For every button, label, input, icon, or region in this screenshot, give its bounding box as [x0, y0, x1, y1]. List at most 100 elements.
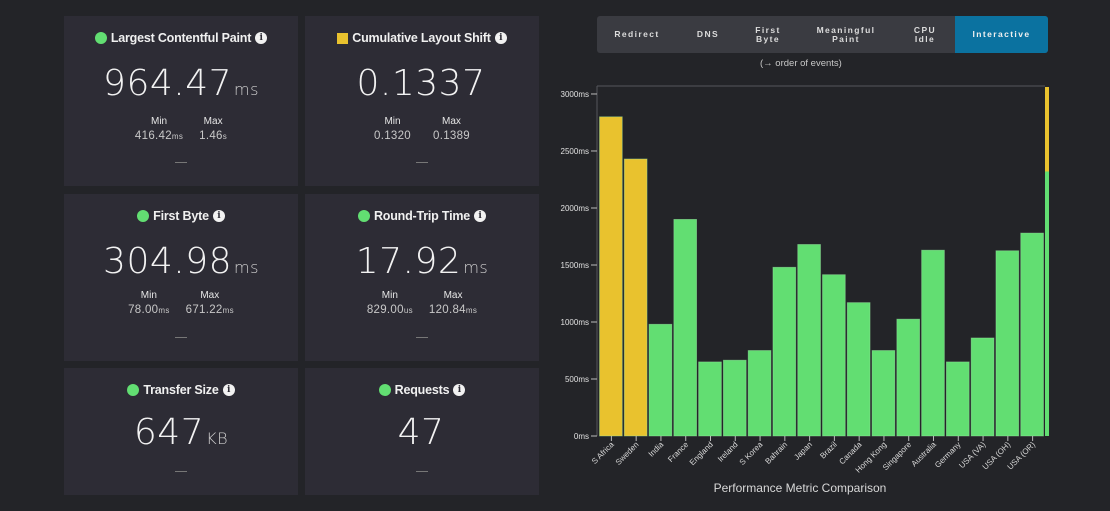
metric-value: 0.1337 — [356, 63, 486, 104]
bar — [846, 302, 871, 437]
bar — [772, 266, 797, 437]
card-title: Cumulative Layout Shift — [352, 31, 491, 45]
divider — [175, 162, 187, 163]
y-tick-label: 1000ms — [561, 318, 589, 327]
x-tick-label: Hong Kong — [854, 440, 889, 475]
bar — [871, 350, 896, 437]
status-dot-icon — [127, 384, 140, 396]
x-tick-label: USA (VA) — [957, 440, 987, 470]
max-label: Max — [200, 290, 220, 301]
status-dot-icon — [357, 210, 370, 222]
bar — [698, 361, 722, 437]
bar — [921, 249, 945, 437]
metric-value: 17.92 ms — [355, 241, 489, 282]
card-title: Requests — [394, 383, 450, 397]
card-title: Transfer Size — [143, 383, 219, 397]
x-tick-label: S Africa — [590, 440, 616, 466]
x-tick-label: USA (OH) — [981, 440, 1013, 472]
x-axis-label: Performance Metric Comparison — [714, 481, 887, 495]
max-value: 1.46s — [199, 130, 228, 142]
y-tick-label: 500ms — [565, 375, 589, 384]
bar — [747, 350, 772, 437]
threshold-needs-improvement — [1045, 87, 1049, 172]
max-label: Max — [203, 116, 223, 127]
bar — [896, 318, 921, 437]
bar — [1020, 232, 1044, 437]
x-tick-label: S Korea — [738, 440, 765, 467]
divider — [416, 337, 428, 338]
max-value: 120.84ms — [428, 304, 478, 316]
min-value: 0.1320 — [374, 130, 411, 142]
y-tick-label: 3000ms — [561, 90, 589, 99]
max-label: Max — [442, 116, 461, 127]
divider — [416, 162, 428, 163]
bar — [995, 250, 1020, 437]
x-tick-label: Germany — [933, 440, 963, 470]
x-tick-label: Brazil — [818, 440, 839, 461]
metric-card-cls: Cumulative Layout Shift i 0.1337 Min 0.13… — [305, 16, 539, 186]
divider — [175, 337, 187, 338]
bar — [722, 359, 747, 437]
tab-interactive[interactable]: Interactive — [955, 16, 1048, 53]
x-tick-label: Canada — [837, 440, 864, 467]
threshold-good — [1045, 171, 1049, 436]
status-square-icon — [337, 32, 349, 44]
status-dot-icon — [137, 210, 150, 222]
info-icon[interactable]: i — [494, 32, 507, 44]
x-tick-label: England — [688, 440, 715, 467]
x-tick-label: Sweden — [614, 440, 641, 467]
x-tick-label: Bahrain — [763, 440, 789, 466]
metric-tabs: Redirect DNS First Byte Meaningful Paint C… — [597, 16, 1048, 53]
tab-dns[interactable]: DNS — [677, 16, 739, 53]
metric-card-rtt: Round-Trip Time i 17.92 ms Min 829.00us Ma… — [305, 194, 539, 361]
card-title: Round-Trip Time — [373, 209, 471, 223]
metric-value: 47 — [397, 412, 445, 453]
x-tick-label: Singapore — [881, 440, 914, 473]
x-tick-label: USA (OR) — [1006, 440, 1038, 472]
tab-first-byte[interactable]: First Byte — [739, 16, 797, 53]
bar — [822, 274, 846, 437]
divider — [175, 471, 187, 472]
tab-redirect[interactable]: Redirect — [597, 16, 677, 53]
min-label: Min — [381, 290, 398, 301]
card-title: Largest Contentful Paint — [110, 31, 252, 45]
info-icon[interactable]: i — [222, 384, 235, 396]
y-tick-label: 0ms — [574, 432, 589, 441]
info-icon[interactable]: i — [212, 210, 225, 222]
order-of-events-note: (→ order of events) — [760, 58, 842, 69]
max-value: 0.1389 — [433, 130, 470, 142]
min-value: 78.00ms — [128, 304, 170, 316]
bar — [673, 218, 698, 437]
x-tick-label: Australia — [910, 440, 939, 469]
tab-cpu-idle[interactable]: CPU Idle — [895, 16, 955, 53]
metric-value: 964.47 ms — [103, 63, 259, 104]
metric-card-lcp: Largest Contentful Paint i 964.47 ms Min 4… — [64, 16, 298, 186]
info-icon[interactable]: i — [255, 32, 268, 44]
bars — [599, 116, 1044, 437]
x-axis: S AfricaSweden India FranceEngland IrelandS… — [590, 436, 1038, 475]
bar — [970, 337, 995, 437]
divider — [416, 471, 428, 472]
bar — [797, 244, 821, 437]
x-tick-label: France — [666, 440, 690, 464]
info-icon[interactable]: i — [453, 384, 466, 396]
bar — [599, 116, 623, 437]
x-tick-label: Japan — [792, 440, 814, 462]
card-title: First Byte — [153, 209, 209, 223]
max-value: 671.22ms — [185, 304, 234, 316]
y-tick-label: 2000ms — [561, 204, 589, 213]
status-dot-icon — [94, 32, 107, 44]
metric-card-transfer-size: Transfer Size i 647 KB — [64, 368, 298, 495]
min-label: Min — [150, 116, 168, 127]
info-icon[interactable]: i — [474, 210, 487, 222]
min-value: 829.00us — [366, 304, 413, 316]
tab-meaningful-paint[interactable]: Meaningful Paint — [797, 16, 895, 53]
min-value: 416.42ms — [134, 130, 184, 142]
bar — [623, 158, 648, 437]
min-label: Min — [384, 116, 401, 127]
threshold-scale — [1045, 87, 1049, 436]
x-tick-label: Ireland — [716, 440, 740, 464]
metric-value: 304.98 ms — [103, 241, 259, 282]
min-label: Min — [140, 290, 157, 301]
x-tick-label: India — [647, 440, 666, 459]
